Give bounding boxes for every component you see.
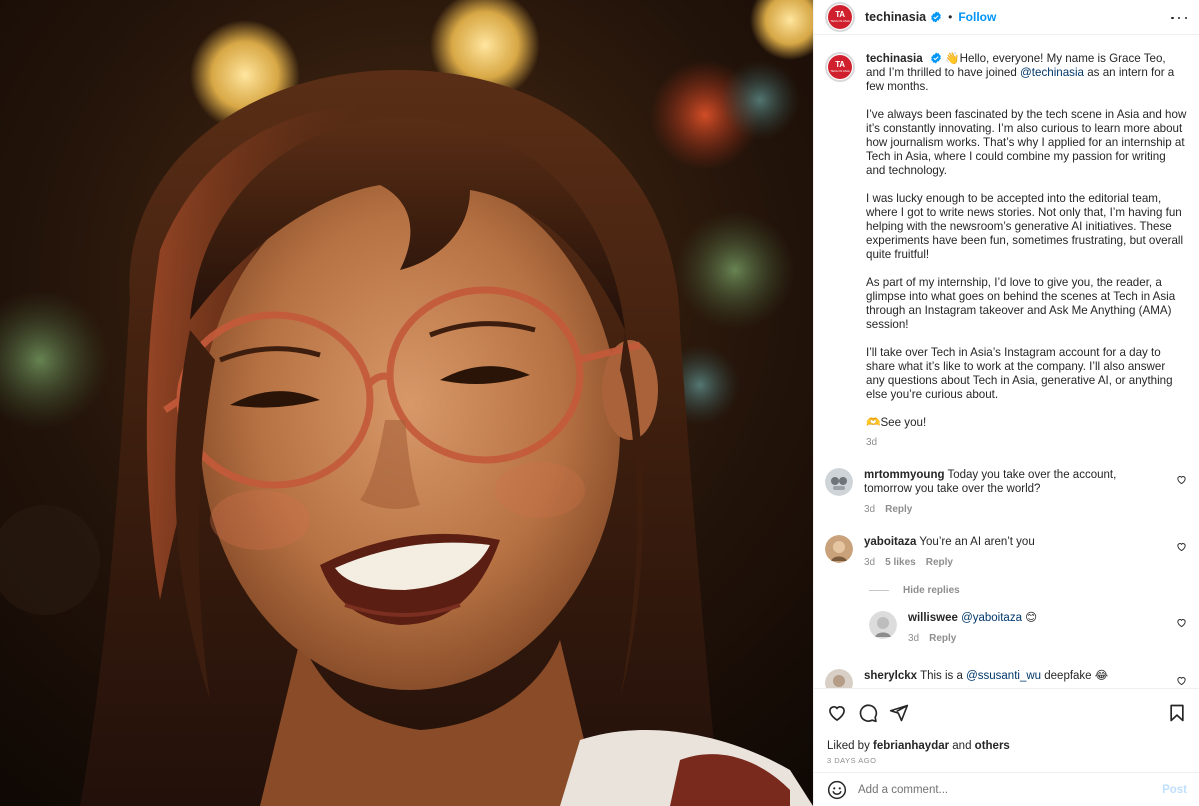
caption-body: techinasia 👋Hello, everyone! My name is … — [866, 52, 1187, 450]
comment-mention-link[interactable]: @yaboitaza — [961, 612, 1022, 624]
like-comment-heart-icon[interactable] — [1176, 617, 1187, 628]
comment-meta: 3d Reply — [864, 503, 1164, 517]
like-comment-heart-icon[interactable] — [1176, 474, 1187, 485]
caption-timestamp: 3d — [866, 437, 878, 448]
bookmark-icon[interactable] — [1167, 703, 1187, 723]
profile-avatar[interactable]: TA TECH IN ASIA — [825, 2, 855, 32]
instagram-post: TA TECH IN ASIA techinasia • Follow TA TEC… — [0, 0, 1199, 806]
comment-username[interactable]: yaboitaza — [864, 536, 916, 548]
comment-likes-count[interactable]: 5 likes — [885, 557, 916, 568]
hide-replies-label: Hide replies — [903, 585, 960, 596]
avatar-image — [825, 669, 853, 688]
comment-time: 3d — [908, 633, 920, 644]
caption-paragraph: I’ve always been fascinated by the tech … — [866, 108, 1187, 177]
smiley-icon[interactable] — [827, 780, 847, 800]
caption-paragraph: I’ll take over Tech in Asia’s Instagram … — [866, 346, 1173, 401]
header-separator: • — [948, 10, 953, 24]
comment-input[interactable] — [858, 783, 1163, 796]
wave-emoji: 👋 — [945, 52, 960, 65]
comment-icon[interactable] — [858, 703, 878, 723]
caption-paragraph: I was lucky enough to be accepted into t… — [866, 192, 1184, 261]
portrait-image — [0, 0, 813, 806]
commenter-avatar[interactable] — [869, 611, 897, 639]
comment-text-end: deepfake — [1041, 670, 1095, 682]
commenter-avatar[interactable] — [825, 468, 853, 496]
comments-scroll-area[interactable]: TA TECH IN ASIA techinasia 👋Hello, everyo… — [814, 36, 1199, 688]
commenter-avatar[interactable] — [825, 669, 853, 688]
reply-button[interactable]: Reply — [926, 557, 953, 568]
post-comment-button[interactable]: Post — [1162, 784, 1187, 796]
comment-text: This is a — [920, 670, 967, 682]
comment-time: 3d — [864, 504, 876, 515]
post-actions: Liked by febrianhaydar and others 3 DAYS… — [814, 688, 1199, 772]
avatar-image — [825, 535, 853, 563]
header-username[interactable]: techinasia — [865, 10, 926, 24]
comment-item: yaboitaza You’re an AI aren’t you 3d 5 li… — [814, 535, 1199, 570]
laughing-emoji: 😂 — [1094, 670, 1109, 682]
post-date: 3 DAYS AGO — [827, 756, 877, 765]
caption-paragraph: As part of my internship, I’d love to gi… — [866, 276, 1176, 331]
comment-composer: Post — [814, 772, 1199, 806]
reply-item: williswee @yaboitaza 😊 3d Reply — [814, 611, 1199, 646]
caption-signoff: See you! — [880, 416, 927, 429]
techinasia-logo: TA TECH IN ASIA — [828, 55, 852, 79]
post-header: TA TECH IN ASIA techinasia • Follow — [814, 0, 1199, 35]
verified-badge-icon — [931, 52, 941, 64]
avatar-image — [869, 611, 897, 639]
likes-summary: Liked by febrianhaydar and others — [827, 740, 1010, 752]
liked-by-user[interactable]: febrianhaydar — [873, 740, 949, 752]
share-icon[interactable] — [889, 703, 909, 723]
comment-username[interactable]: mrtommyoung — [864, 469, 945, 481]
hide-replies-button[interactable]: Hide replies — [869, 585, 1199, 596]
comment-item: mrtommyoung Today you take over the acco… — [814, 468, 1199, 517]
verified-badge-icon — [931, 11, 941, 23]
post-photo[interactable] — [0, 0, 813, 806]
comment-text: You’re an AI aren’t you — [919, 536, 1035, 548]
comment-body: yaboitaza You’re an AI aren’t you 3d 5 li… — [864, 535, 1164, 570]
avatar-image — [825, 468, 853, 496]
comment-username[interactable]: williswee — [908, 612, 958, 624]
like-comment-heart-icon[interactable] — [1176, 541, 1187, 552]
caption-username[interactable]: techinasia — [866, 52, 923, 65]
comment-item: sherylckx This is a @ssusanti_wu deepfak… — [814, 669, 1199, 688]
post-sidebar: TA TECH IN ASIA techinasia • Follow TA TEC… — [813, 0, 1199, 806]
smile-emoji: 😊 — [1025, 612, 1038, 624]
techinasia-logo: TA TECH IN ASIA — [828, 5, 852, 29]
caption-mention-link[interactable]: @techinasia — [1020, 66, 1084, 79]
commenter-avatar[interactable] — [825, 535, 853, 563]
action-icons — [827, 702, 1187, 724]
comment-body: sherylckx This is a @ssusanti_wu deepfak… — [864, 669, 1164, 688]
comment-meta: 3d 5 likes Reply — [864, 556, 1164, 570]
reply-button[interactable]: Reply — [929, 633, 956, 644]
comment-username[interactable]: sherylckx — [864, 670, 917, 682]
like-comment-heart-icon[interactable] — [1176, 675, 1187, 686]
comment-mention-link[interactable]: @ssusanti_wu — [966, 670, 1041, 682]
comment-body: williswee @yaboitaza 😊 3d Reply — [908, 611, 1166, 646]
comment-meta: 3d Reply — [908, 632, 1166, 646]
heart-hands-emoji: 🫶 — [866, 416, 881, 429]
follow-button[interactable]: Follow — [958, 10, 996, 24]
comment-time: 3d — [864, 557, 876, 568]
more-options-icon[interactable] — [1171, 11, 1187, 25]
divider-line — [869, 590, 889, 591]
reply-button[interactable]: Reply — [885, 504, 912, 515]
comment-body: mrtommyoung Today you take over the acco… — [864, 468, 1164, 517]
post-caption: TA TECH IN ASIA techinasia 👋Hello, everyo… — [814, 36, 1199, 450]
heart-icon[interactable] — [827, 703, 847, 723]
caption-avatar[interactable]: TA TECH IN ASIA — [825, 52, 855, 82]
liked-by-others[interactable]: others — [975, 740, 1010, 752]
